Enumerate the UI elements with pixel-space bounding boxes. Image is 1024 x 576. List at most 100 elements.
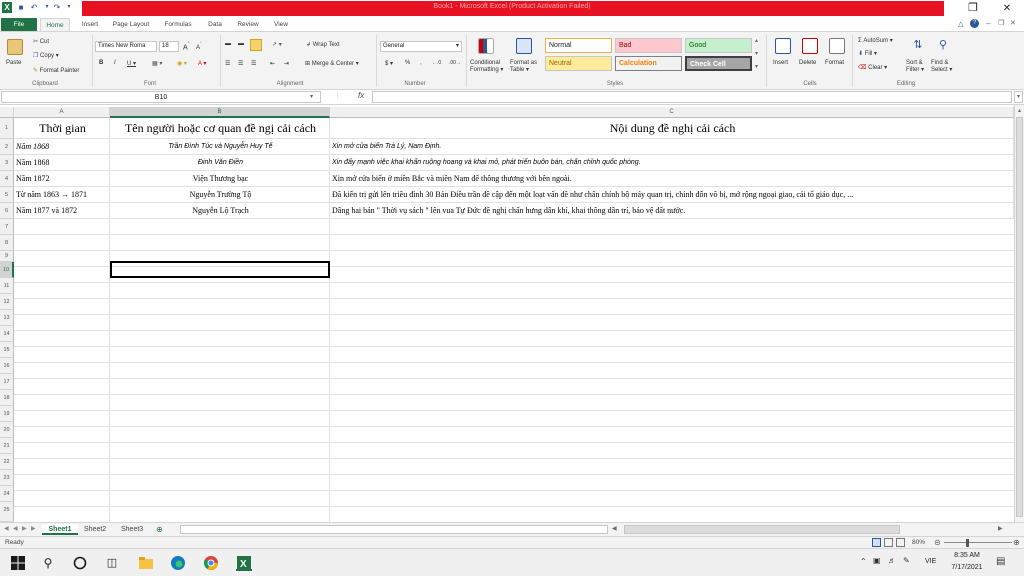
chrome-browser-icon[interactable] (203, 555, 219, 571)
normal-view-icon[interactable] (872, 538, 881, 547)
paste-icon[interactable] (7, 39, 23, 55)
sheet-nav-last-icon[interactable]: ▶ (31, 524, 36, 535)
notifications-icon[interactable]: ▤ (996, 556, 1005, 567)
vertical-scrollbar[interactable]: ▴ (1014, 105, 1024, 522)
find-select-button[interactable]: Find & Select ▾ (931, 60, 952, 73)
insert-function-icon[interactable]: fx (358, 91, 364, 100)
page-break-view-icon[interactable] (896, 538, 905, 547)
copy-button[interactable]: ❐ Copy ▾ (33, 52, 59, 59)
search-icon[interactable]: ⚲ (40, 555, 56, 571)
shrink-font-icon[interactable]: Aˇ (196, 42, 202, 51)
table-cell[interactable]: Năm 1872 (14, 171, 110, 187)
format-painter-button[interactable]: ✎ Format Painter (33, 67, 79, 74)
font-color-icon[interactable]: A ▾ (198, 60, 206, 67)
tab-formulas[interactable]: Formulas (158, 18, 198, 31)
tab-page-layout[interactable]: Page Layout (108, 18, 154, 31)
table-cell[interactable]: Trần Đình Túc và Nguyễn Huy Tế (110, 139, 330, 155)
table-cell[interactable]: Đinh Văn Điền (110, 155, 330, 171)
row-header[interactable]: 1 (0, 118, 14, 139)
style-normal[interactable]: Normal (545, 38, 612, 53)
style-good[interactable]: Good (685, 38, 752, 53)
scroll-left-icon[interactable]: ◀ (612, 525, 618, 534)
header-cell-content[interactable]: Nội dung đề nghị cải cách (330, 118, 1014, 139)
paste-button[interactable]: Paste (6, 60, 21, 66)
table-cell[interactable]: Nguyễn Trường Tộ (110, 187, 330, 203)
sort-filter-button[interactable]: Sort & Filter ▾ (906, 60, 924, 73)
sheet-tab-1[interactable]: Sheet1 (42, 524, 78, 535)
select-all-corner[interactable] (0, 107, 14, 118)
input-language[interactable]: VIE (925, 558, 936, 565)
table-cell[interactable]: Năm 1877 và 1872 (14, 203, 110, 219)
clock-date[interactable]: 7/17/2021 (946, 564, 988, 571)
row-header[interactable]: 21 (0, 438, 14, 454)
column-header-c[interactable]: C (330, 107, 1014, 118)
zoom-out-icon[interactable]: ⊝ (934, 538, 941, 547)
format-cells-button[interactable]: Format (825, 60, 844, 66)
insert-cells-button[interactable]: Insert (773, 60, 788, 66)
table-cell[interactable]: Nguyễn Lộ Trạch (110, 203, 330, 219)
tab-view[interactable]: View (268, 18, 294, 31)
row-header[interactable]: 6 (0, 203, 14, 219)
page-layout-view-icon[interactable] (884, 538, 893, 547)
row-header[interactable]: 25 (0, 502, 14, 522)
volume-icon[interactable]: ♬ (888, 556, 896, 565)
file-explorer-icon[interactable] (138, 555, 154, 571)
orientation-icon[interactable]: ↗ ▾ (272, 41, 282, 48)
ribbon-collapse-icon[interactable]: △ (958, 20, 963, 28)
sheet-nav-prev-icon[interactable]: ◀ (13, 524, 18, 535)
tab-file[interactable]: File (1, 18, 37, 31)
row-header[interactable]: 19 (0, 406, 14, 422)
styles-scroll-down-icon[interactable]: ▾ (755, 50, 758, 57)
cortana-icon[interactable] (72, 555, 88, 571)
row-header[interactable]: 2 (0, 139, 14, 155)
restore-icon[interactable]: ❐ (962, 2, 984, 15)
table-cell[interactable]: Đã kiến trị gửi lên triều đình 30 Bản Đi… (330, 187, 1014, 203)
increase-indent-icon[interactable]: ⇥ (284, 60, 289, 67)
sheet-tab-2[interactable]: Sheet2 (84, 524, 114, 535)
column-header-b[interactable]: B (110, 107, 330, 118)
font-name-select[interactable]: Times New Roma (95, 41, 157, 52)
zoom-slider[interactable] (944, 542, 1012, 543)
bold-button[interactable]: B (99, 60, 103, 66)
row-header[interactable]: 15 (0, 342, 14, 358)
zoom-slider-handle[interactable] (966, 539, 969, 547)
active-cell-selection[interactable] (110, 261, 330, 278)
autosum-button[interactable]: Σ AutoSum ▾ (858, 37, 893, 44)
row-header[interactable]: 9 (0, 251, 14, 262)
currency-button[interactable]: $ ▾ (385, 60, 393, 67)
comma-button[interactable]: , (420, 60, 422, 66)
style-bad[interactable]: Bad (615, 38, 682, 53)
horizontal-scroll-track-left[interactable] (180, 525, 608, 534)
network-icon[interactable]: ▣ (873, 556, 881, 565)
close-workbook-icon[interactable]: ✕ (1010, 19, 1016, 27)
edge-browser-icon[interactable] (170, 555, 186, 571)
table-cell[interactable]: Từ năm 1863 → 1871 (14, 187, 110, 203)
font-size-select[interactable]: 18 (159, 41, 179, 52)
tab-data[interactable]: Data (202, 18, 228, 31)
row-header[interactable]: 20 (0, 422, 14, 438)
restore-workbook-icon[interactable]: ❐ (998, 19, 1004, 27)
minimize-workbook-icon[interactable]: – (986, 19, 990, 28)
zoom-in-icon[interactable]: ⊕ (1013, 538, 1020, 547)
delete-cells-button[interactable]: Delete (799, 60, 816, 66)
close-icon[interactable]: ✕ (996, 2, 1018, 15)
grow-font-icon[interactable]: Aˆ (183, 42, 190, 51)
italic-button[interactable]: I (114, 60, 116, 66)
percent-button[interactable]: % (405, 60, 410, 66)
name-box[interactable]: B10 (1, 91, 321, 103)
decrease-indent-icon[interactable]: ⇤ (270, 60, 275, 67)
new-sheet-icon[interactable]: ⊕ (156, 524, 163, 535)
number-format-select[interactable]: General ▾ (380, 41, 462, 52)
align-center-icon[interactable]: ☰ (238, 60, 243, 67)
row-header[interactable]: 22 (0, 454, 14, 470)
row-header[interactable]: 7 (0, 219, 14, 235)
align-middle-icon[interactable]: ▬ (238, 41, 244, 47)
row-header[interactable]: 5 (0, 187, 14, 203)
row-header[interactable]: 4 (0, 171, 14, 187)
help-icon[interactable]: ? (970, 19, 979, 28)
header-cell-time[interactable]: Thời gian (14, 118, 110, 139)
row-header[interactable]: 14 (0, 326, 14, 342)
header-cell-proposer[interactable]: Tên người hoặc cơ quan đề ngị cải cách (110, 118, 330, 139)
align-top-icon[interactable]: ▬ (225, 41, 231, 47)
table-cell[interactable]: Viện Thương bạc (110, 171, 330, 187)
